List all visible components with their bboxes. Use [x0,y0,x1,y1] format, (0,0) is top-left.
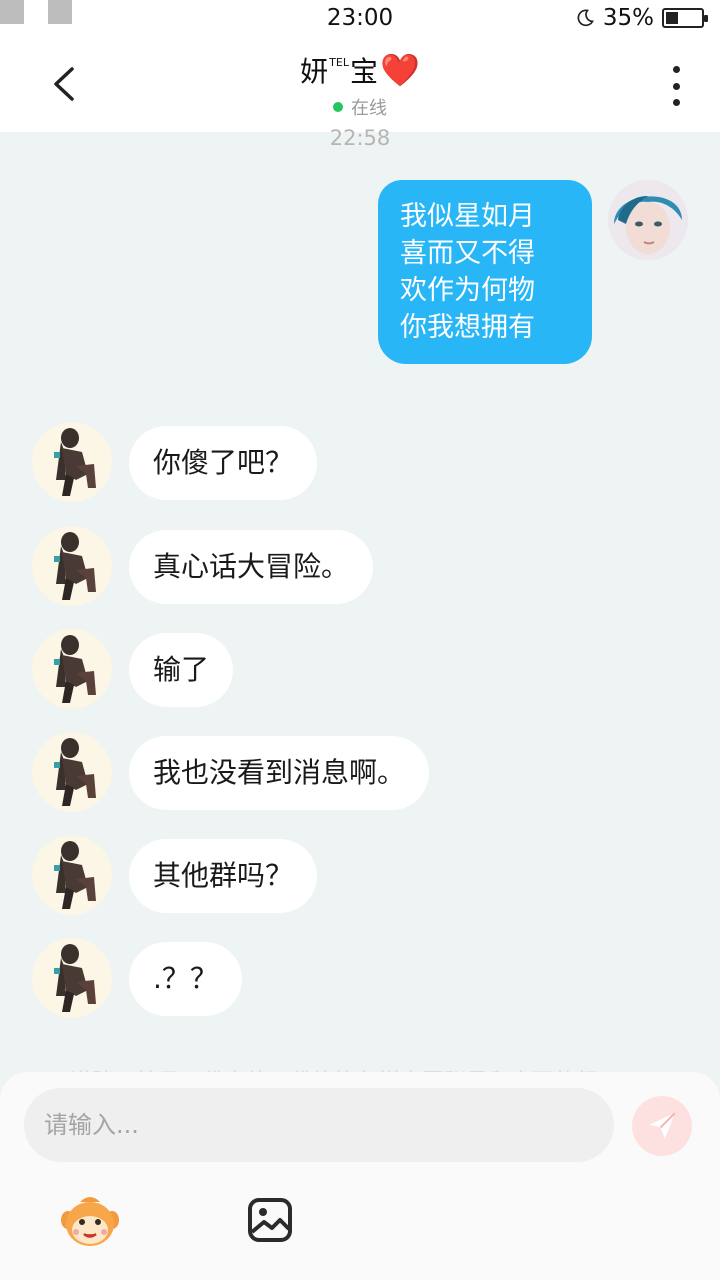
send-button[interactable] [632,1096,692,1156]
outgoing-message-line: 我似星如月 [400,201,535,232]
more-dot [672,82,680,90]
incoming-message-bubble[interactable]: 真心话大冒险。 [129,530,374,604]
avatar-figure-icon [54,635,96,703]
contact-avatar[interactable] [32,938,112,1018]
contact-avatar[interactable] [32,526,112,606]
contact-avatar[interactable] [32,835,112,915]
contact-name: 妍 TEL 宝 ❤️ [300,50,420,90]
more-vertical-icon [672,66,680,73]
avatar-figure-icon [54,738,96,806]
more-dot [672,99,680,106]
battery-text: 35% [602,5,654,31]
avatar-figure-icon [54,944,96,1012]
image-icon [248,1198,292,1242]
message-input[interactable] [24,1088,614,1162]
status-right: 35% [575,5,708,31]
battery-level [666,12,678,24]
incoming-message-bubble[interactable]: 输了 [129,633,234,707]
emoji-sticker-icon [61,1197,119,1246]
online-dot-icon [333,102,343,112]
image-button[interactable] [246,1196,294,1244]
avatar-figure-icon [54,428,96,496]
incoming-message-bubble[interactable]: 你傻了吧？ [129,426,318,500]
outgoing-message-line: 欢作为何物 [400,275,535,306]
composer-panel [0,1072,720,1280]
avatar-portrait-icon [608,180,688,260]
online-status-label: 在线 [351,98,387,119]
incoming-message-row: 其他群吗？ [32,835,352,915]
incoming-message-bubble[interactable]: 我也没看到消息啊。 [129,736,430,810]
contact-name-sup: TEL [329,55,349,69]
emoji-sticker-button[interactable] [60,1192,120,1250]
status-bar: 23:00 35% [0,0,720,38]
contact-avatar[interactable] [32,422,112,502]
heart-emoji: ❤️ [380,51,420,89]
chat-title: 妍 TEL 宝 ❤️ 在线 [0,50,720,120]
contact-avatar[interactable] [32,732,112,812]
incoming-message-row: 我也没看到消息啊。 [32,732,472,812]
more-options-button[interactable] [664,66,688,106]
incoming-message-row: .？？ [32,938,272,1018]
incoming-message-row: 真心话大冒险。 [32,526,412,606]
message-timestamp: 22:58 [329,126,391,150]
contact-name-suffix: 宝 [349,55,378,88]
contact-avatar[interactable] [32,629,112,709]
outgoing-message-line: 你我想拥有 [400,312,535,343]
avatar-figure-icon [54,841,96,909]
my-avatar[interactable] [608,180,688,260]
moon-icon [577,9,594,27]
battery-icon [662,8,708,28]
incoming-message-row: 输了 [32,629,272,709]
incoming-message-bubble[interactable]: .？？ [129,942,242,1016]
incoming-message-bubble[interactable]: 其他群吗？ [129,839,318,913]
outgoing-message-bubble[interactable]: 我似星如月 喜而又不得 欢作为何物 你我想拥有 [378,180,592,364]
contact-name-prefix: 妍 [300,55,329,88]
incoming-message-row: 你傻了吧？ [32,422,352,502]
online-status: 在线 [0,94,720,120]
outgoing-message-line: 喜而又不得 [400,238,535,269]
send-icon [649,1112,676,1139]
chat-header: 妍 TEL 宝 ❤️ 在线 [0,38,720,132]
avatar-figure-icon [54,532,96,600]
